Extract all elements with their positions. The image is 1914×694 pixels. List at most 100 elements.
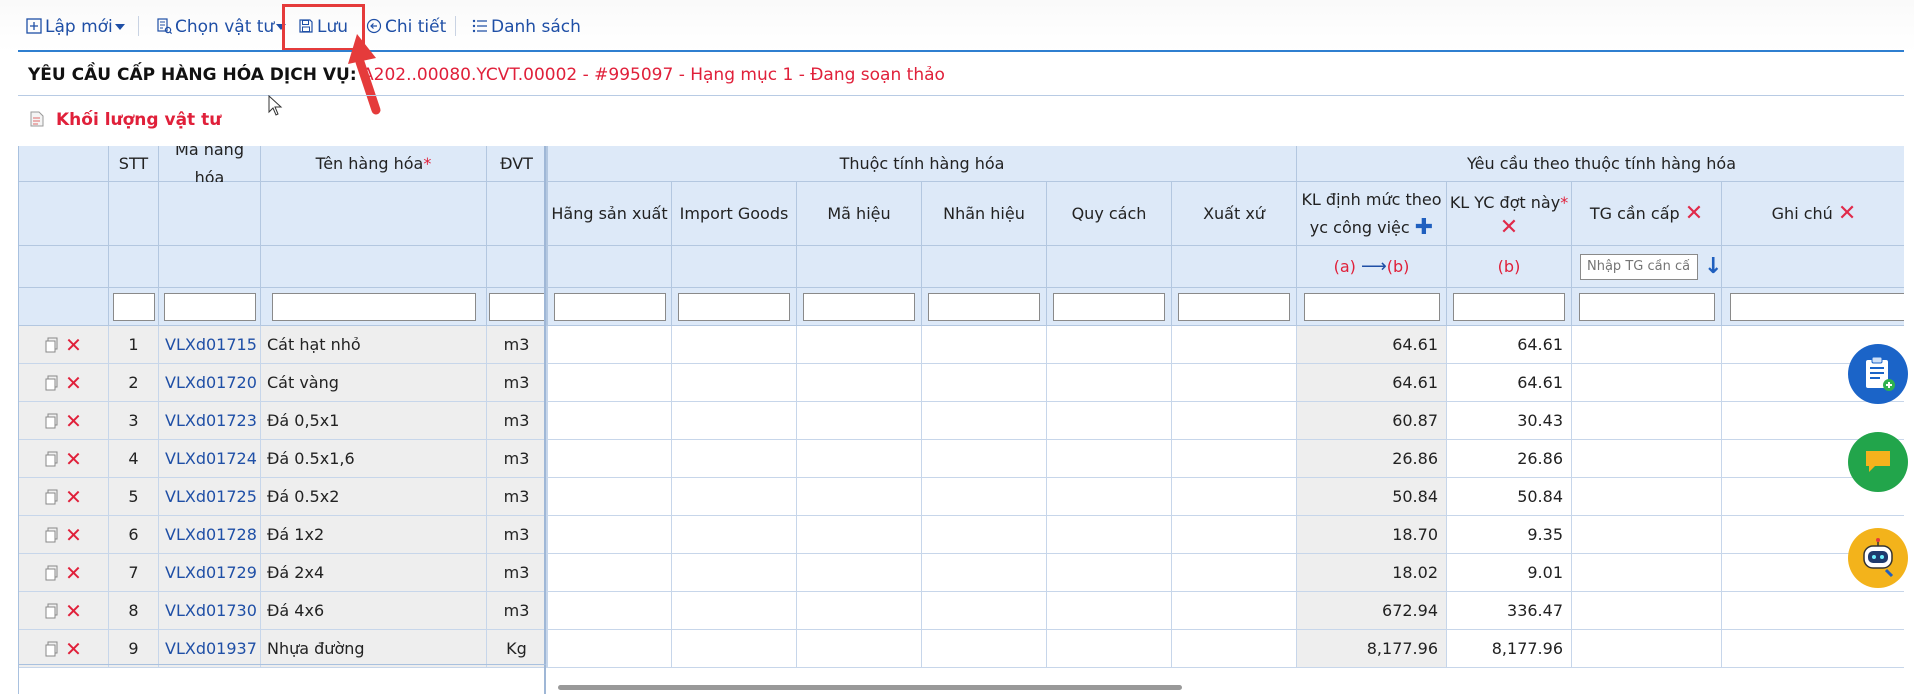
new-label: Lập mới <box>45 17 113 37</box>
table-cell: 50.84 <box>1297 478 1447 516</box>
header-brand: Nhãn hiệu <box>922 182 1047 246</box>
filter-norm-input[interactable] <box>1303 292 1440 321</box>
row-code[interactable]: VLXd01724 <box>165 449 257 468</box>
add-request-fab[interactable] <box>1848 344 1908 404</box>
delete-row-icon[interactable]: ✕ <box>65 333 82 357</box>
row-actions: ✕ <box>19 364 109 402</box>
filter-code-input[interactable] <box>163 292 256 321</box>
filter-stt-input[interactable] <box>112 292 155 321</box>
filter-request-input[interactable] <box>1453 292 1565 321</box>
filter-note-input[interactable] <box>1730 292 1904 321</box>
table-cell <box>1172 592 1297 630</box>
time-bulk-input[interactable] <box>1580 253 1698 280</box>
copy-icon[interactable] <box>45 451 59 467</box>
copy-arrow-icon[interactable]: ⟶ <box>1361 253 1387 281</box>
table-cell[interactable]: 30.43 <box>1447 402 1572 440</box>
header-actions <box>19 146 109 182</box>
delete-row-icon[interactable]: ✕ <box>65 523 82 547</box>
table-cell: m3 <box>487 554 547 592</box>
table-cell[interactable]: 64.61 <box>1447 326 1572 364</box>
delete-row-icon[interactable]: ✕ <box>65 485 82 509</box>
copy-icon[interactable] <box>45 565 59 581</box>
chat-fab[interactable] <box>1848 432 1908 492</box>
delete-row-icon[interactable]: ✕ <box>65 637 82 661</box>
row-actions: ✕ <box>19 630 109 668</box>
filter-time-input[interactable] <box>1578 292 1715 321</box>
filter-note-wrap <box>1722 288 1904 326</box>
table-cell: 8 <box>109 592 159 630</box>
plus-icon[interactable]: ✚ <box>1415 216 1433 239</box>
delete-row-icon[interactable]: ✕ <box>65 599 82 623</box>
list-button[interactable]: Danh sách <box>472 14 581 40</box>
table-cell: Cát vàng <box>261 364 487 402</box>
header-request-wrap: KL YC đợt này* <box>1450 189 1568 217</box>
filter-spec-input[interactable] <box>1053 292 1165 321</box>
table-cell <box>1572 326 1722 364</box>
row-code[interactable]: VLXd01723 <box>165 411 257 430</box>
copy-icon[interactable] <box>45 603 59 619</box>
row-req: 9.35 <box>1527 525 1563 544</box>
filter-import-input[interactable] <box>678 292 790 321</box>
table-cell: VLXd01723 <box>159 402 261 440</box>
delete-row-icon[interactable]: ✕ <box>65 409 82 433</box>
table-cell[interactable]: 336.47 <box>1447 592 1572 630</box>
copy-icon[interactable] <box>45 413 59 429</box>
row-code[interactable]: VLXd01715 <box>165 335 257 354</box>
filter-brand-input[interactable] <box>928 292 1040 321</box>
table-cell: VLXd01724 <box>159 440 261 478</box>
copy-icon[interactable] <box>45 641 59 657</box>
copy-icon[interactable] <box>45 489 59 505</box>
list-label: Danh sách <box>491 17 581 37</box>
table-cell <box>922 440 1047 478</box>
row-code[interactable]: VLXd01728 <box>165 525 257 544</box>
delete-row-icon[interactable]: ✕ <box>65 561 82 585</box>
clear-column-icon[interactable]: ✕ <box>1838 202 1856 225</box>
header-request: KL YC đợt này* ✕ <box>1447 182 1572 246</box>
header-stt: STT <box>109 146 159 182</box>
table-cell[interactable]: 64.61 <box>1447 364 1572 402</box>
table-cell <box>1047 326 1172 364</box>
required-star: * <box>423 153 432 173</box>
copy-icon[interactable] <box>45 375 59 391</box>
horizontal-scrollbar[interactable] <box>558 685 1182 690</box>
header-blank <box>547 246 672 288</box>
table-cell <box>1172 326 1297 364</box>
header-blank <box>19 182 109 246</box>
table-cell[interactable]: 50.84 <box>1447 478 1572 516</box>
copy-icon[interactable] <box>45 527 59 543</box>
row-req: 64.61 <box>1517 335 1563 354</box>
table-cell[interactable]: 8,177.96 <box>1447 630 1572 668</box>
clear-column-icon[interactable]: ✕ <box>1500 216 1518 239</box>
table-cell[interactable]: 26.86 <box>1447 440 1572 478</box>
filter-maker-input[interactable] <box>553 292 666 321</box>
clear-column-icon[interactable]: ✕ <box>1685 202 1703 225</box>
table-cell: Đá 0.5x1,6 <box>261 440 487 478</box>
filter-norm-wrap <box>1297 288 1447 326</box>
row-actions: ✕ <box>19 592 109 630</box>
header-origin: Xuất xứ <box>1172 182 1297 246</box>
filter-request-wrap <box>1447 288 1572 326</box>
filter-sign-input[interactable] <box>803 292 915 321</box>
filter-unit-input[interactable] <box>488 292 545 321</box>
row-code[interactable]: VLXd01730 <box>165 601 257 620</box>
table-cell[interactable]: 9.01 <box>1447 554 1572 592</box>
row-code[interactable]: VLXd01725 <box>165 487 257 506</box>
filter-stt-wrap <box>109 288 159 326</box>
row-code[interactable]: VLXd01729 <box>165 563 257 582</box>
table-cell[interactable]: 9.35 <box>1447 516 1572 554</box>
new-button[interactable]: Lập mới <box>26 14 125 40</box>
marker-b: (b) <box>1386 256 1410 276</box>
filter-name-input[interactable] <box>271 292 476 321</box>
apply-down-arrow-icon[interactable]: ↓ <box>1704 253 1722 281</box>
table-cell <box>1572 478 1722 516</box>
copy-icon[interactable] <box>45 337 59 353</box>
row-name: Đá 2x4 <box>267 563 325 582</box>
delete-row-icon[interactable]: ✕ <box>65 447 82 471</box>
row-code[interactable]: VLXd01937 <box>165 639 257 658</box>
delete-row-icon[interactable]: ✕ <box>65 371 82 395</box>
choose-material-button[interactable]: Chọn vật tư <box>156 14 287 40</box>
robot-support-fab[interactable] <box>1848 528 1908 588</box>
row-code[interactable]: VLXd01720 <box>165 373 257 392</box>
header-group-requirements: Yêu cầu theo thuộc tính hàng hóa <box>1297 146 1904 182</box>
filter-origin-input[interactable] <box>1178 292 1290 321</box>
